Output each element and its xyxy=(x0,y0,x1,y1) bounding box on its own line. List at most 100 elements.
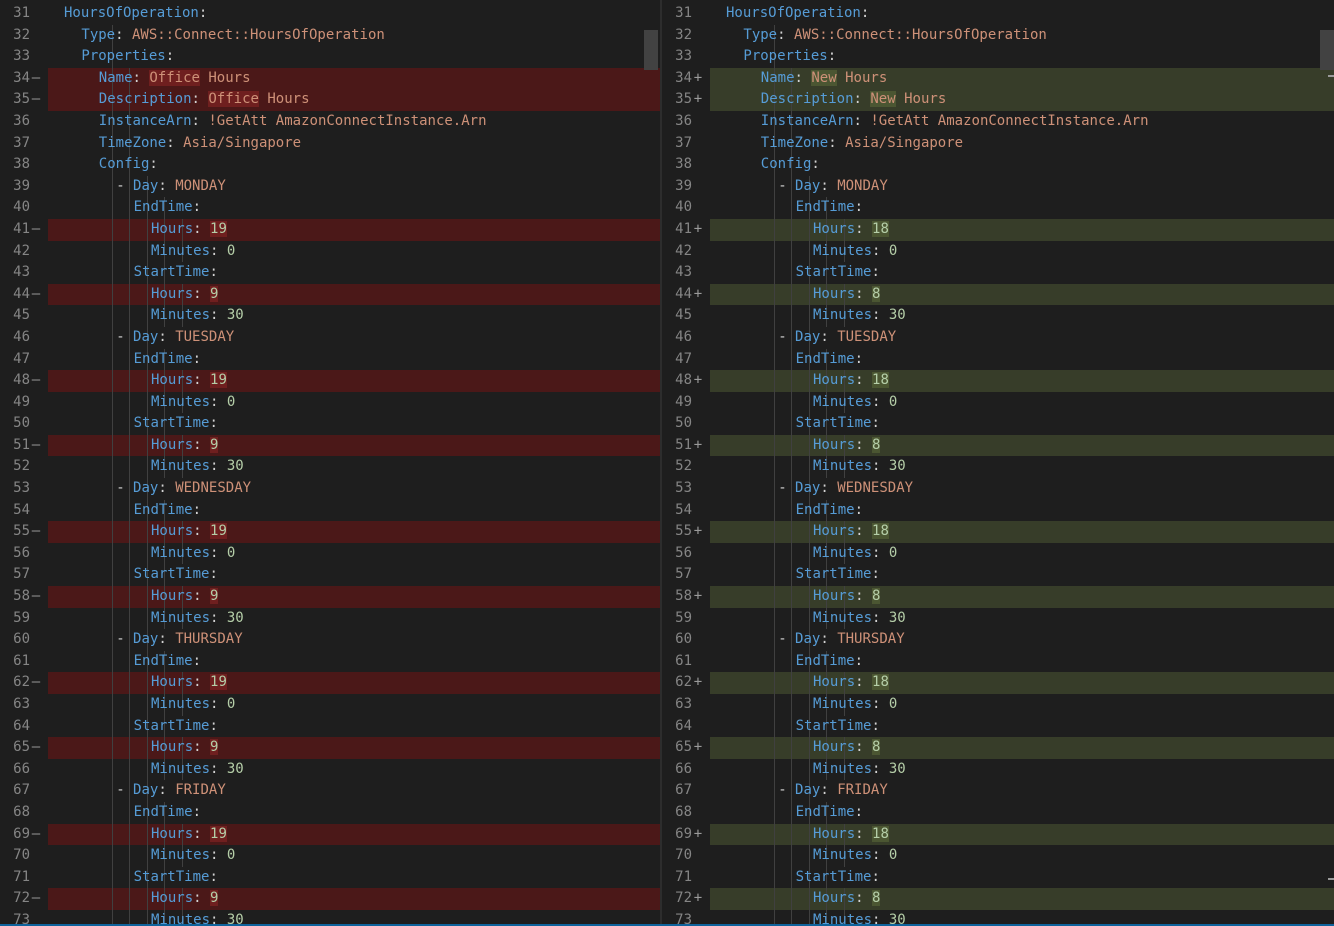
code-line[interactable]: 67 - Day: FRIDAY xyxy=(662,780,1334,802)
code-line[interactable]: 35— Description: Office Hours xyxy=(0,89,660,111)
code-line[interactable]: 62— Hours: 19 xyxy=(0,672,660,694)
code-line[interactable]: 67 - Day: FRIDAY xyxy=(0,780,660,802)
code-line[interactable]: 38 Config: xyxy=(662,154,1334,176)
indent-guide xyxy=(791,801,793,824)
code-line[interactable]: 70 Minutes: 0 xyxy=(662,845,1334,867)
indent-guide xyxy=(129,499,131,522)
code-line[interactable]: 38 Config: xyxy=(0,154,660,176)
code-line[interactable]: 54 EndTime: xyxy=(0,499,660,522)
code-line[interactable]: 71 StartTime: xyxy=(0,866,660,889)
yaml-colon: : xyxy=(811,156,820,173)
code-line[interactable]: 49 Minutes: 0 xyxy=(662,391,1334,414)
code-line[interactable]: 32 Type: AWS::Connect::HoursOfOperation xyxy=(0,24,660,47)
modified-scrollbar-thumb[interactable] xyxy=(1320,30,1334,70)
code-line[interactable]: 51 + Hours: 8 xyxy=(662,434,1334,457)
code-line[interactable]: 49 Minutes: 0 xyxy=(0,391,660,414)
code-line[interactable]: 72— Hours: 9 xyxy=(0,888,660,910)
code-line[interactable]: 32 Type: AWS::Connect::HoursOfOperation xyxy=(662,24,1334,47)
code-line[interactable]: 39 - Day: MONDAY xyxy=(0,175,660,198)
code-line[interactable]: 31 HoursOfOperation: xyxy=(662,3,1334,25)
indent-guide xyxy=(146,240,148,263)
code-line[interactable]: 45 Minutes: 30 xyxy=(0,305,660,327)
code-text: Minutes: 30 xyxy=(813,456,906,478)
code-line[interactable]: 53 - Day: WEDNESDAY xyxy=(662,478,1334,500)
code-line[interactable]: 43 StartTime: xyxy=(0,262,660,284)
code-line[interactable]: 48— Hours: 19 xyxy=(0,370,660,392)
changed-word: 18 xyxy=(872,372,889,389)
code-line[interactable]: 42 Minutes: 0 xyxy=(0,240,660,263)
code-line[interactable]: 41— Hours: 19 xyxy=(0,218,660,241)
code-line[interactable]: 65— Hours: 9 xyxy=(0,737,660,759)
code-line[interactable]: 33 Properties: xyxy=(0,46,660,68)
code-line[interactable]: 52 Minutes: 30 xyxy=(662,456,1334,479)
original-pane[interactable]: 31 HoursOfOperation: 32 Type: AWS::Connect:… xyxy=(0,0,660,926)
code-line[interactable]: 47 EndTime: xyxy=(662,348,1334,371)
line-code: EndTime: xyxy=(710,801,1334,824)
code-line[interactable]: 40 EndTime: xyxy=(0,197,660,219)
code-line[interactable]: 42 Minutes: 0 xyxy=(662,240,1334,263)
code-line[interactable]: 50 StartTime: xyxy=(0,413,660,435)
code-line[interactable]: 44 + Hours: 8 xyxy=(662,283,1334,306)
code-line[interactable]: 47 EndTime: xyxy=(0,348,660,371)
code-line[interactable]: 63 Minutes: 0 xyxy=(0,694,660,716)
modified-pane[interactable]: 31 HoursOfOperation: 32 Type: AWS::Connect:… xyxy=(662,0,1334,926)
code-line[interactable]: 69— Hours: 19 xyxy=(0,823,660,846)
code-line[interactable]: 57 StartTime: xyxy=(662,564,1334,587)
code-line[interactable]: 36 InstanceArn: !GetAtt AmazonConnectInst… xyxy=(0,110,660,133)
code-line[interactable]: 71 StartTime: xyxy=(662,866,1334,889)
code-line[interactable]: 69 + Hours: 18 xyxy=(662,823,1334,846)
code-line[interactable]: 37 TimeZone: Asia/Singapore xyxy=(0,132,660,155)
code-line[interactable]: 52 Minutes: 30 xyxy=(0,456,660,479)
code-line[interactable]: 70 Minutes: 0 xyxy=(0,845,660,867)
yaml-key: Minutes xyxy=(151,393,211,410)
code-line[interactable]: 63 Minutes: 0 xyxy=(662,694,1334,716)
code-line[interactable]: 54 EndTime: xyxy=(662,499,1334,522)
line-gutter: 39 xyxy=(662,176,710,198)
code-line[interactable]: 37 TimeZone: Asia/Singapore xyxy=(662,132,1334,155)
code-line[interactable]: 65 + Hours: 8 xyxy=(662,737,1334,759)
code-line[interactable]: 57 StartTime: xyxy=(0,564,660,587)
code-line[interactable]: 72 + Hours: 8 xyxy=(662,888,1334,910)
code-line[interactable]: 62 + Hours: 18 xyxy=(662,672,1334,694)
code-line[interactable]: 60 - Day: THURSDAY xyxy=(662,629,1334,651)
code-line[interactable]: 61 EndTime: xyxy=(662,650,1334,673)
code-line[interactable]: 40 EndTime: xyxy=(662,197,1334,219)
original-scrollbar-thumb[interactable] xyxy=(644,30,658,70)
code-line[interactable]: 56 Minutes: 0 xyxy=(662,542,1334,565)
code-line[interactable]: 60 - Day: THURSDAY xyxy=(0,629,660,651)
code-line[interactable]: 46 - Day: TUESDAY xyxy=(662,326,1334,349)
code-line[interactable]: 36 InstanceArn: !GetAtt AmazonConnectInst… xyxy=(662,110,1334,133)
code-line[interactable]: 68 EndTime: xyxy=(662,801,1334,824)
code-line[interactable]: 39 - Day: MONDAY xyxy=(662,175,1334,198)
code-line[interactable]: 56 Minutes: 0 xyxy=(0,542,660,565)
code-line[interactable]: 43 StartTime: xyxy=(662,262,1334,284)
code-line[interactable]: 50 StartTime: xyxy=(662,413,1334,435)
indent-guide xyxy=(112,866,113,889)
code-line[interactable]: 59 Minutes: 30 xyxy=(662,607,1334,630)
code-line[interactable]: 66 Minutes: 30 xyxy=(662,758,1334,781)
code-line[interactable]: 58— Hours: 9 xyxy=(0,586,660,608)
code-line[interactable]: 31 HoursOfOperation: xyxy=(0,3,660,25)
code-line[interactable]: 41 + Hours: 18 xyxy=(662,218,1334,241)
code-line[interactable]: 55— Hours: 19 xyxy=(0,521,660,543)
code-line[interactable]: 64 StartTime: xyxy=(662,715,1334,738)
code-line[interactable]: 58 + Hours: 8 xyxy=(662,586,1334,608)
code-line[interactable]: 45 Minutes: 30 xyxy=(662,305,1334,327)
code-line[interactable]: 68 EndTime: xyxy=(0,801,660,824)
line-gutter: 41— xyxy=(0,219,48,241)
code-line[interactable]: 34— Name: Office Hours xyxy=(0,67,660,90)
code-line[interactable]: 44— Hours: 9 xyxy=(0,283,660,306)
line-number: 38 xyxy=(13,156,30,173)
code-line[interactable]: 35 + Description: New Hours xyxy=(662,89,1334,111)
code-line[interactable]: 46 - Day: TUESDAY xyxy=(0,326,660,349)
code-line[interactable]: 66 Minutes: 30 xyxy=(0,758,660,781)
code-line[interactable]: 34 + Name: New Hours xyxy=(662,67,1334,90)
code-line[interactable]: 61 EndTime: xyxy=(0,650,660,673)
code-line[interactable]: 33 Properties: xyxy=(662,46,1334,68)
code-line[interactable]: 59 Minutes: 30 xyxy=(0,607,660,630)
code-line[interactable]: 48 + Hours: 18 xyxy=(662,370,1334,392)
code-line[interactable]: 64 StartTime: xyxy=(0,715,660,738)
code-line[interactable]: 51— Hours: 9 xyxy=(0,434,660,457)
code-line[interactable]: 55 + Hours: 18 xyxy=(662,521,1334,543)
code-line[interactable]: 53 - Day: WEDNESDAY xyxy=(0,478,660,500)
